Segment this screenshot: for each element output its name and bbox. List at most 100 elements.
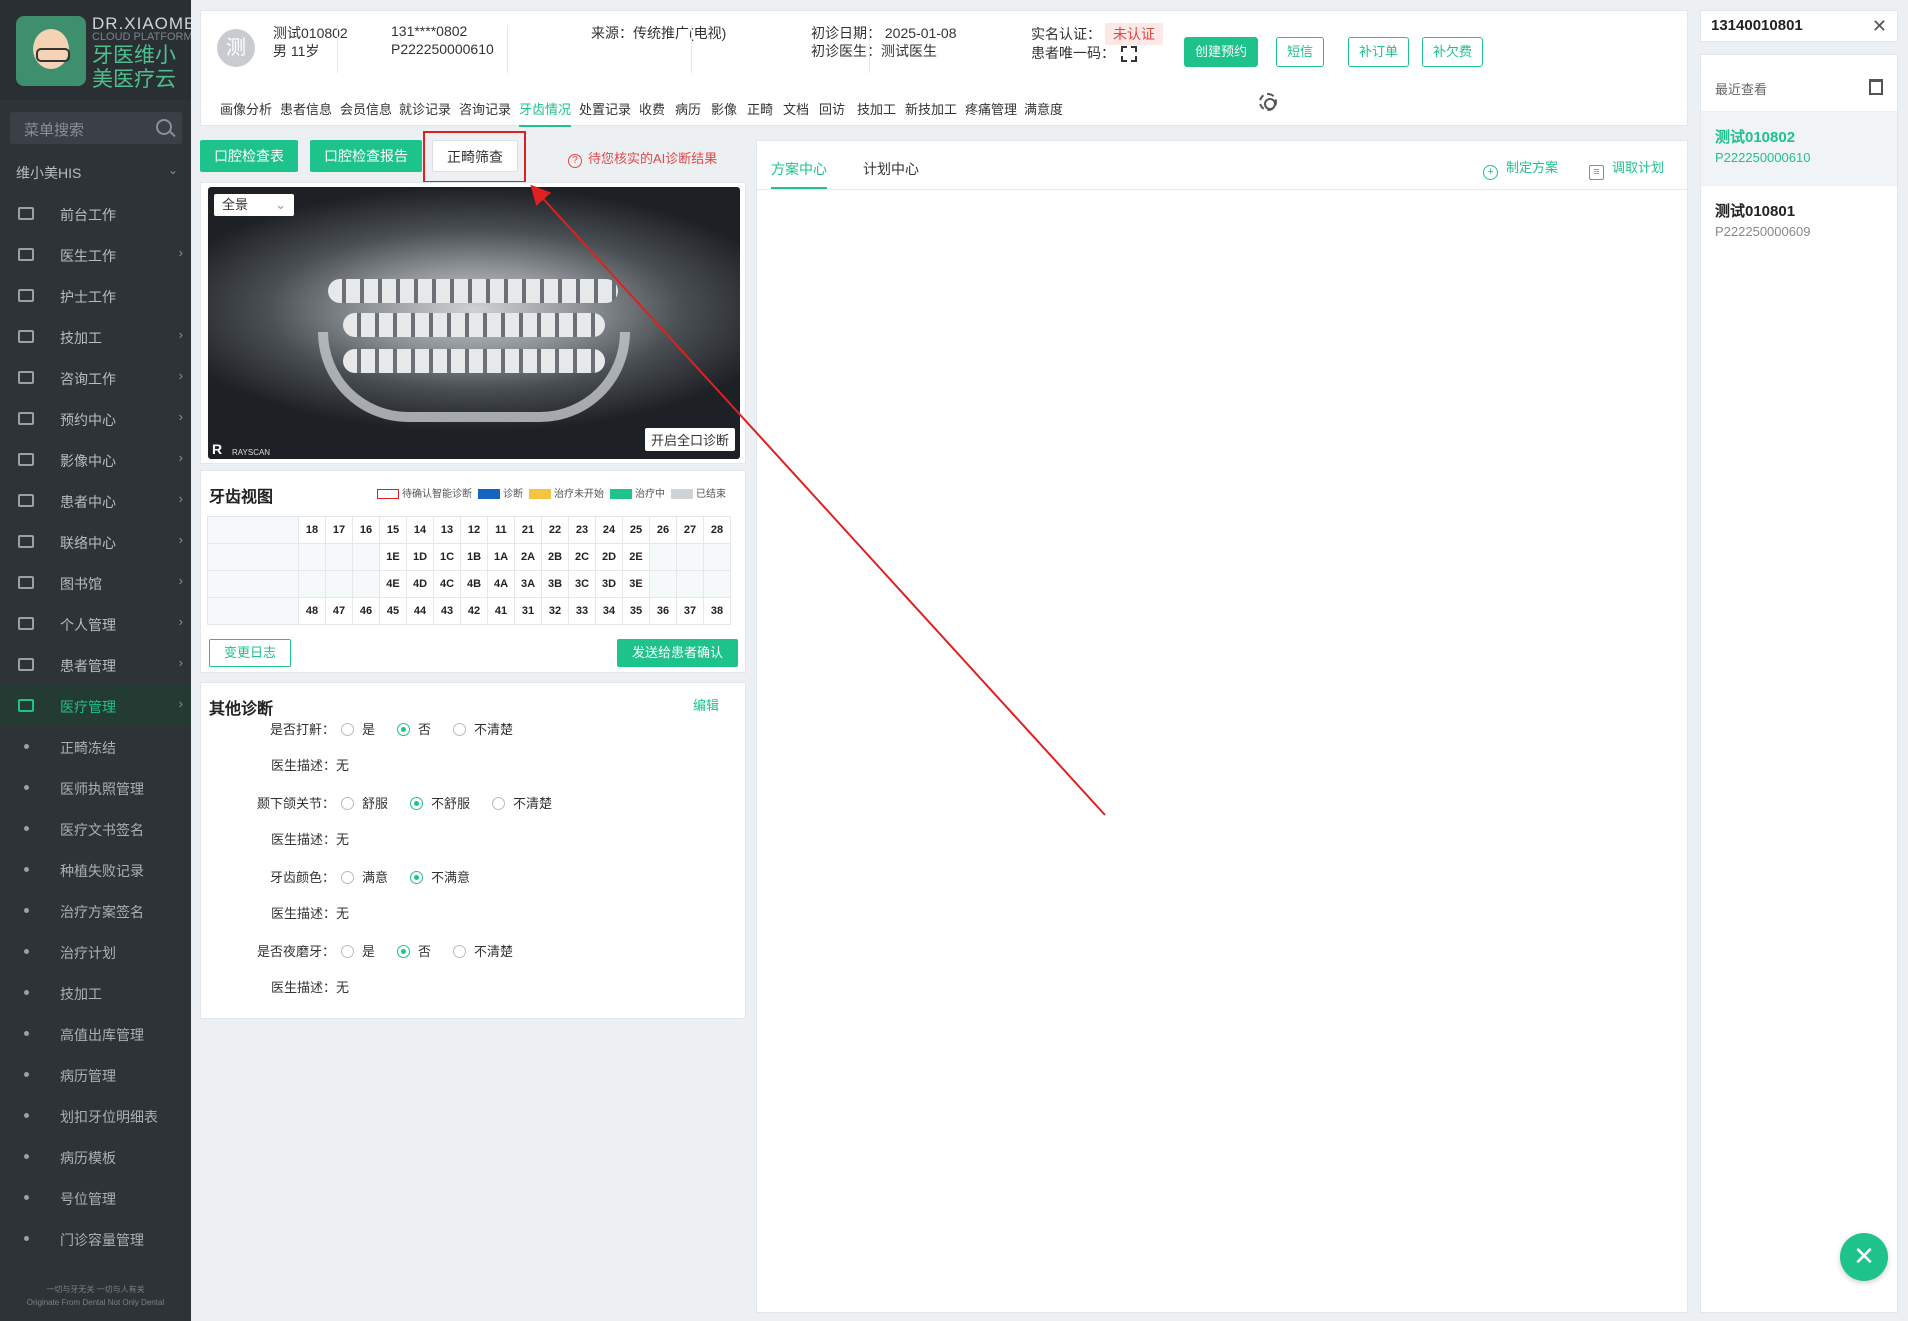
tooth-cell[interactable]: 21 (514, 516, 542, 544)
sidebar-subitem-8[interactable]: 病历管理 (0, 1054, 191, 1095)
recent-patient-card[interactable]: 测试010802 P222250000610 (1701, 111, 1897, 185)
make-plan-button[interactable]: + 制定方案 (1483, 157, 1558, 180)
tooth-cell[interactable]: 17 (325, 516, 353, 544)
radio-icon[interactable] (410, 871, 424, 884)
radio-icon[interactable] (453, 723, 467, 736)
tooth-cell[interactable]: 2B (541, 543, 569, 571)
tooth-cell[interactable]: 18 (298, 516, 326, 544)
tooth-cell[interactable]: 4C (433, 570, 461, 598)
action-button-0[interactable]: 口腔检查表 (200, 140, 298, 172)
view-select[interactable]: 全景 ⌄ (214, 194, 294, 216)
sidebar-item-8[interactable]: 联络中心 › (0, 521, 191, 562)
tooth-cell[interactable]: 2D (595, 543, 623, 571)
radio-option[interactable]: 不清楚 (453, 941, 513, 960)
tab-11[interactable]: 文档 (783, 99, 809, 127)
sidebar-item-3[interactable]: 技加工 › (0, 316, 191, 357)
sidebar-subitem-5[interactable]: 治疗计划 (0, 931, 191, 972)
sidebar-subitem-4[interactable]: 治疗方案签名 (0, 890, 191, 931)
full-diagnosis-button[interactable]: 开启全口诊断 (644, 428, 735, 451)
tooth-cell[interactable]: 4D (406, 570, 434, 598)
sidebar-item-4[interactable]: 咨询工作 › (0, 357, 191, 398)
sidebar-subitem-6[interactable]: 技加工 (0, 972, 191, 1013)
radio-option[interactable]: 否 (397, 719, 431, 738)
radio-option[interactable]: 是 (341, 941, 375, 960)
tooth-cell[interactable]: 43 (433, 597, 461, 625)
tooth-cell[interactable]: 28 (703, 516, 731, 544)
tab-13[interactable]: 技加工 (857, 99, 896, 127)
tooth-cell[interactable]: 4E (379, 570, 407, 598)
radio-option[interactable]: 不清楚 (453, 719, 513, 738)
tooth-cell[interactable]: 3A (514, 570, 542, 598)
radio-icon[interactable] (492, 797, 506, 810)
tooth-cell[interactable]: 47 (325, 597, 353, 625)
radio-option[interactable]: 满意 (341, 867, 388, 886)
tooth-cell[interactable]: 24 (595, 516, 623, 544)
tooth-cell[interactable]: 42 (460, 597, 488, 625)
tooth-cell[interactable]: 1A (487, 543, 515, 571)
menu-search-input[interactable]: 菜单搜索 (10, 112, 182, 144)
tooth-cell[interactable]: 35 (622, 597, 650, 625)
radio-icon[interactable] (453, 945, 467, 958)
header-button-3[interactable]: 补欠费 (1422, 37, 1484, 67)
tooth-cell[interactable]: 31 (514, 597, 542, 625)
sidebar-subitem-11[interactable]: 号位管理 (0, 1177, 191, 1218)
ai-diagnosis-note[interactable]: ? 待您核实的AI诊断结果 (568, 148, 717, 168)
tooth-cell[interactable]: 48 (298, 597, 326, 625)
patient-search-input[interactable]: 13140010801 ✕ (1700, 10, 1898, 42)
tooth-cell[interactable]: 4B (460, 570, 488, 598)
sidebar-subitem-1[interactable]: 医师执照管理 (0, 767, 191, 808)
sidebar-item-1[interactable]: 医生工作 › (0, 234, 191, 275)
tab-schedule-center[interactable]: 计划中心 (863, 159, 919, 189)
tab-6[interactable]: 处置记录 (579, 99, 631, 127)
tab-12[interactable]: 回访 (819, 99, 845, 127)
sidebar-item-5[interactable]: 预约中心 › (0, 398, 191, 439)
tooth-cell[interactable]: 3E (622, 570, 650, 598)
radio-option[interactable]: 否 (397, 941, 431, 960)
tooth-cell[interactable]: 14 (406, 516, 434, 544)
sidebar-subitem-12[interactable]: 门诊容量管理 (0, 1218, 191, 1259)
close-icon[interactable]: ✕ (1872, 11, 1887, 41)
tooth-cell[interactable]: 3B (541, 570, 569, 598)
radio-icon[interactable] (341, 945, 354, 958)
tooth-cell[interactable]: 27 (676, 516, 704, 544)
fetch-plan-button[interactable]: ≡ 调取计划 (1589, 157, 1664, 180)
tab-1[interactable]: 患者信息 (280, 99, 332, 127)
tooth-cell[interactable]: 2C (568, 543, 596, 571)
radio-option[interactable]: 不舒服 (410, 793, 470, 812)
tooth-cell[interactable]: 1D (406, 543, 434, 571)
radio-option[interactable]: 是 (341, 719, 375, 738)
tooth-cell[interactable]: 11 (487, 516, 515, 544)
tab-9[interactable]: 影像 (711, 99, 737, 127)
tooth-cell[interactable]: 26 (649, 516, 677, 544)
tooth-cell[interactable]: 33 (568, 597, 596, 625)
sidebar-subitem-2[interactable]: 医疗文书签名 (0, 808, 191, 849)
close-fab-button[interactable]: ✕ (1840, 1233, 1888, 1281)
tooth-cell[interactable]: 41 (487, 597, 515, 625)
tab-16[interactable]: 满意度 (1024, 99, 1063, 127)
tooth-cell[interactable]: 45 (379, 597, 407, 625)
tooth-cell[interactable]: 16 (352, 516, 380, 544)
trash-icon[interactable] (1869, 79, 1883, 95)
tab-plan-center[interactable]: 方案中心 (771, 159, 827, 189)
tooth-cell[interactable]: 36 (649, 597, 677, 625)
sidebar-subitem-7[interactable]: 高值出库管理 (0, 1013, 191, 1054)
tooth-cell[interactable]: 2A (514, 543, 542, 571)
tooth-cell[interactable]: 4A (487, 570, 515, 598)
radio-icon[interactable] (341, 871, 354, 884)
settings-gear-icon[interactable] (1259, 93, 1277, 111)
header-button-2[interactable]: 补订单 (1348, 37, 1410, 67)
sidebar-item-6[interactable]: 影像中心 › (0, 439, 191, 480)
panoramic-xray-image[interactable]: 全景 ⌄ R RAYSCAN 开启全口诊断 (208, 187, 740, 459)
tab-7[interactable]: 收费 (639, 99, 665, 127)
radio-option[interactable]: 不清楚 (492, 793, 552, 812)
search-icon[interactable] (156, 119, 172, 135)
tab-2[interactable]: 会员信息 (340, 99, 392, 127)
tooth-cell[interactable]: 2E (622, 543, 650, 571)
header-button-1[interactable]: 短信 (1276, 37, 1325, 67)
radio-icon[interactable] (341, 797, 354, 810)
tab-10[interactable]: 正畸 (747, 99, 773, 127)
tooth-cell[interactable]: 13 (433, 516, 461, 544)
tooth-cell[interactable]: 15 (379, 516, 407, 544)
tooth-cell[interactable]: 22 (541, 516, 569, 544)
tab-15[interactable]: 疼痛管理 (965, 99, 1017, 127)
